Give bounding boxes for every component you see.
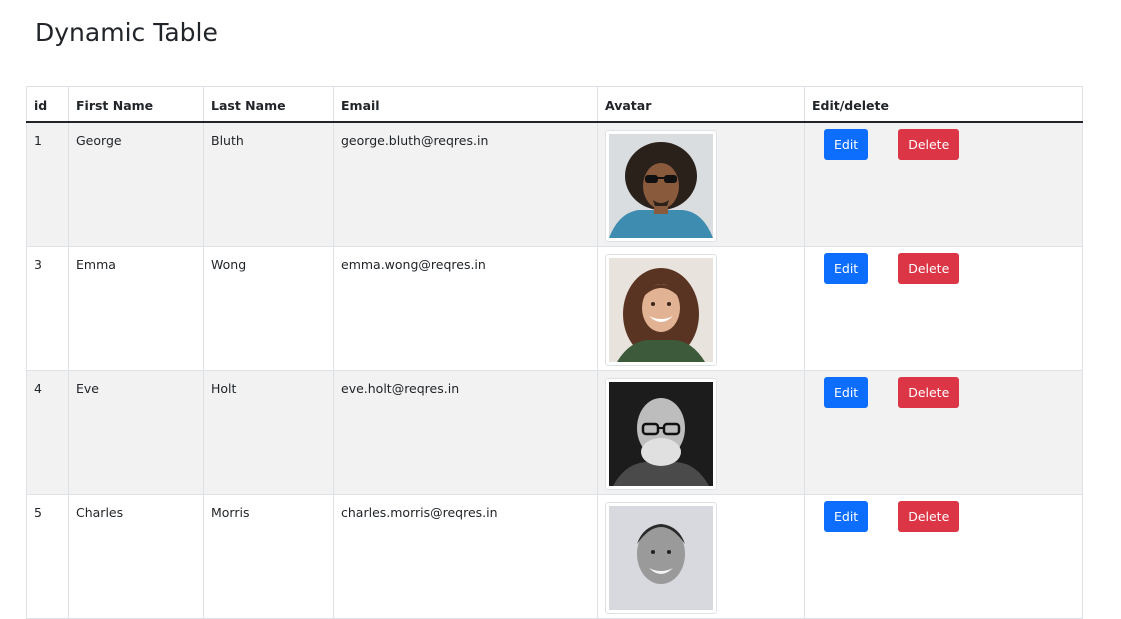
cell-avatar: [597, 245, 805, 371]
cell-first-name: Charles: [68, 493, 204, 619]
edit-button[interactable]: Edit: [824, 376, 869, 408]
avatar-image: [609, 134, 713, 238]
edit-button[interactable]: Edit: [824, 500, 869, 532]
column-header-email: Email: [333, 86, 598, 123]
cell-id: 5: [26, 493, 69, 619]
avatar: [605, 501, 717, 614]
cell-actions: Edit Delete: [804, 121, 1083, 247]
avatar: [605, 130, 717, 242]
cell-email: eve.holt@reqres.in: [333, 369, 598, 495]
cell-avatar: [597, 121, 805, 247]
avatar-image: [609, 505, 713, 610]
column-header-first-name: First Name: [68, 86, 204, 123]
delete-button[interactable]: Delete: [898, 500, 960, 532]
table-header: id First Name Last Name Email Avatar Edi…: [26, 86, 1083, 123]
delete-button[interactable]: Delete: [898, 129, 960, 160]
cell-email: charles.morris@reqres.in: [333, 493, 598, 619]
page-title: Dynamic Table: [35, 18, 218, 47]
cell-email: emma.wong@reqres.in: [333, 245, 598, 371]
avatar: [605, 253, 717, 366]
cell-actions: Edit Delete: [804, 245, 1083, 371]
cell-avatar: [597, 369, 805, 495]
cell-id: 4: [26, 369, 69, 495]
cell-id: 3: [26, 245, 69, 371]
column-header-edit-delete: Edit/delete: [804, 86, 1083, 123]
cell-actions: Edit Delete: [804, 493, 1083, 619]
cell-first-name: George: [68, 121, 204, 247]
cell-first-name: Emma: [68, 245, 204, 371]
column-header-avatar: Avatar: [597, 86, 805, 123]
avatar-image: [609, 381, 713, 486]
cell-email: george.bluth@reqres.in: [333, 121, 598, 247]
table-row: 3 Emma Wong emma.wong@reqres.in Edit Del…: [26, 245, 1083, 371]
avatar: [605, 377, 717, 490]
cell-avatar: [597, 493, 805, 619]
cell-actions: Edit Delete: [804, 369, 1083, 495]
delete-button[interactable]: Delete: [898, 252, 960, 284]
header-row: id First Name Last Name Email Avatar Edi…: [26, 86, 1083, 123]
edit-button[interactable]: Edit: [824, 129, 869, 160]
edit-button[interactable]: Edit: [824, 252, 869, 284]
avatar-image: [609, 257, 713, 362]
table-row: 1 George Bluth george.bluth@reqres.in Ed…: [26, 121, 1083, 247]
column-header-id: id: [26, 86, 69, 123]
users-table-container: id First Name Last Name Email Avatar Edi…: [26, 86, 1083, 619]
column-header-last-name: Last Name: [203, 86, 334, 123]
table-row: 5 Charles Morris charles.morris@reqres.i…: [26, 493, 1083, 619]
delete-button[interactable]: Delete: [898, 376, 960, 408]
cell-last-name: Holt: [203, 369, 334, 495]
cell-last-name: Wong: [203, 245, 334, 371]
cell-last-name: Bluth: [203, 121, 334, 247]
cell-last-name: Morris: [203, 493, 334, 619]
cell-id: 1: [26, 121, 69, 247]
cell-first-name: Eve: [68, 369, 204, 495]
users-table: id First Name Last Name Email Avatar Edi…: [26, 86, 1083, 619]
table-row: 4 Eve Holt eve.holt@reqres.in Edit Delet…: [26, 369, 1083, 495]
table-body: 1 George Bluth george.bluth@reqres.in Ed…: [26, 121, 1083, 619]
